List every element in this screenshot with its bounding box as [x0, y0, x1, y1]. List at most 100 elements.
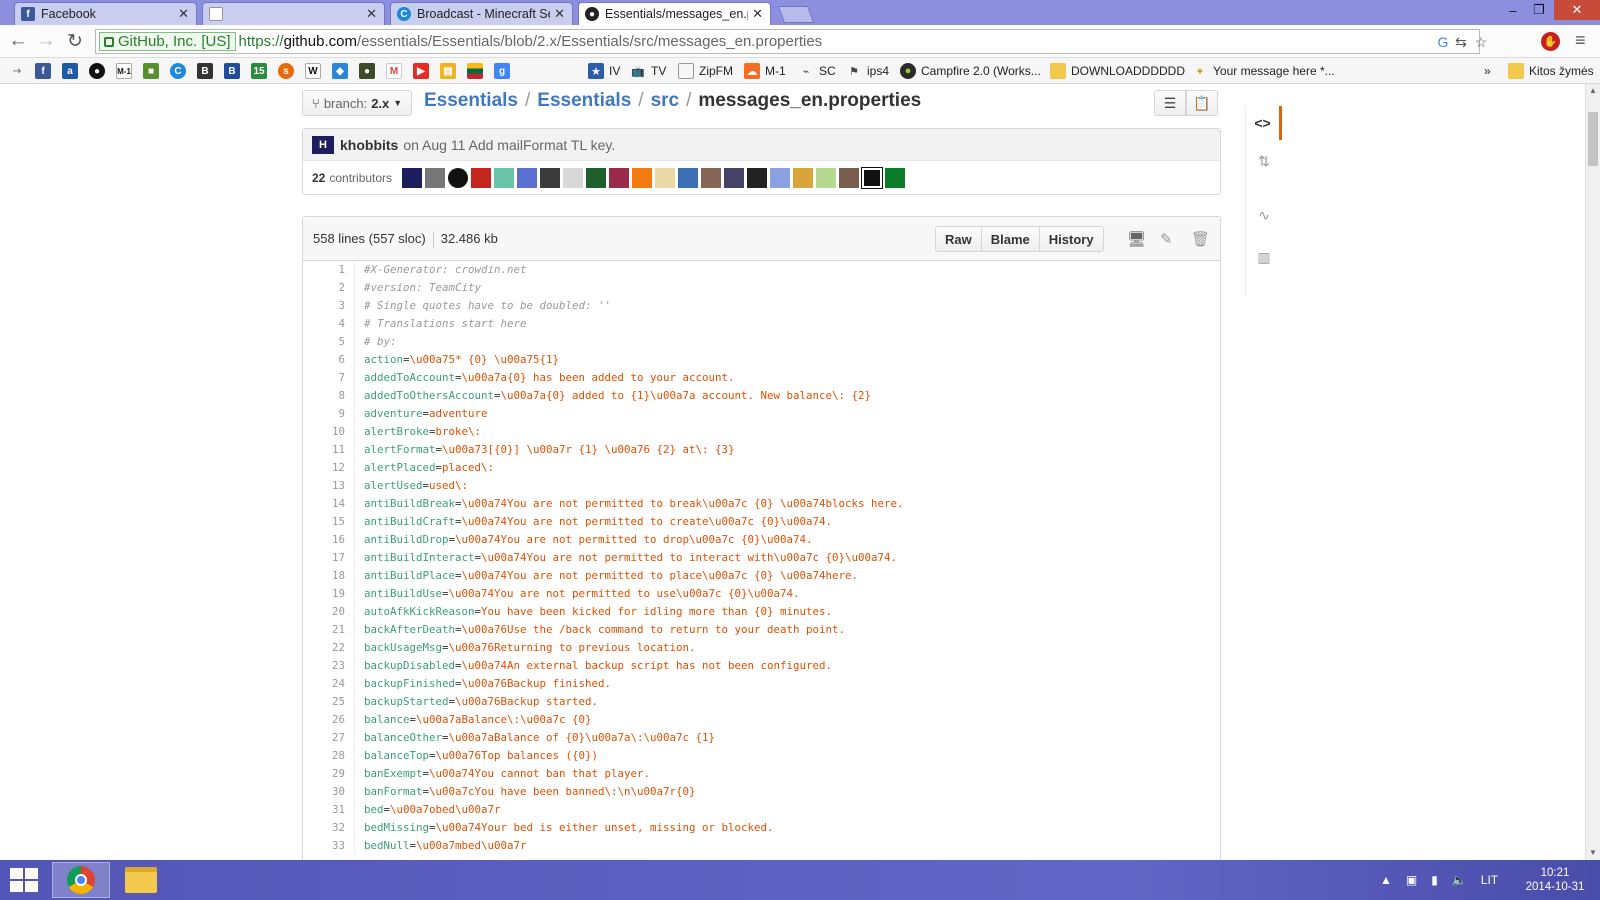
minimize-button[interactable]: ‒ [1500, 0, 1526, 20]
avatar[interactable] [816, 167, 837, 188]
line-number[interactable]: 23 [303, 657, 355, 675]
forward-button[interactable]: → [35, 30, 57, 52]
breadcrumb-folder[interactable]: Essentials [537, 90, 631, 111]
dark-green-site-icon[interactable]: ● [359, 63, 375, 79]
breadcrumb-repo[interactable]: Essentials [424, 90, 518, 111]
avatar[interactable] [609, 167, 630, 188]
network-status-icon[interactable]: ▣ [1406, 873, 1417, 887]
reload-button[interactable]: ↻ [64, 30, 86, 52]
line-number[interactable]: 10 [303, 423, 355, 441]
other-bookmarks[interactable]: Kitos žymės [1508, 61, 1594, 81]
clock[interactable]: 10:21 2014-10-31 [1520, 866, 1590, 894]
bookmark-iv[interactable]: ★ IV [588, 61, 620, 81]
bookmark-downloads[interactable]: DOWNLOADDDDDD [1050, 61, 1185, 81]
avatar[interactable] [563, 167, 584, 188]
avatar[interactable] [586, 167, 607, 188]
desktop-icon[interactable]: 🖥 [1127, 230, 1146, 248]
avatar[interactable] [471, 167, 492, 188]
line-number[interactable]: 11 [303, 441, 355, 459]
close-icon[interactable]: ✕ [752, 6, 763, 22]
avatar[interactable] [839, 167, 860, 188]
copy-path-button[interactable]: 📋 [1186, 90, 1218, 116]
history-button[interactable]: History [1039, 227, 1103, 251]
avatar[interactable] [770, 167, 791, 188]
bookmark-m1[interactable]: ☁ M-1 [744, 61, 786, 81]
commit-author[interactable]: khobbits [340, 137, 398, 153]
bookmarks-overflow[interactable]: » [1484, 61, 1491, 81]
youtube-icon[interactable]: ▶ [413, 63, 429, 79]
avatar[interactable] [448, 167, 469, 188]
avatar[interactable] [861, 166, 884, 189]
avatar[interactable] [632, 167, 653, 188]
back-button[interactable]: ← [7, 30, 29, 52]
line-number[interactable]: 26 [303, 711, 355, 729]
line-number[interactable]: 19 [303, 585, 355, 603]
avatar[interactable] [724, 167, 745, 188]
ev-certificate-badge[interactable]: GitHub, Inc. [US] [99, 32, 236, 51]
fifteen-min-icon[interactable]: 15 [251, 63, 267, 79]
line-number[interactable]: 33 [303, 837, 355, 855]
volume-icon[interactable]: 🔈 [1452, 873, 1467, 887]
line-number[interactable]: 20 [303, 603, 355, 621]
lithuania-flag-icon[interactable] [467, 63, 483, 79]
google-search-icon[interactable]: G [1435, 34, 1451, 50]
line-number[interactable]: 22 [303, 639, 355, 657]
line-number[interactable]: 21 [303, 621, 355, 639]
breadcrumb-src[interactable]: src [651, 90, 680, 111]
avatar[interactable] [655, 167, 676, 188]
bookmark-ips4[interactable]: ⚑ ips4 [846, 61, 889, 81]
line-number[interactable]: 12 [303, 459, 355, 477]
line-number[interactable]: 8 [303, 387, 355, 405]
avatar[interactable] [793, 167, 814, 188]
line-number[interactable]: 30 [303, 783, 355, 801]
avatar[interactable] [494, 167, 515, 188]
trash-icon[interactable]: 🗑 [1191, 230, 1210, 248]
line-number[interactable]: 24 [303, 675, 355, 693]
address-bar[interactable]: GitHub, Inc. [US] https://github.com/ess… [95, 29, 1487, 54]
line-number[interactable]: 7 [303, 369, 355, 387]
line-number[interactable]: 2 [303, 279, 355, 297]
tab-blank[interactable]: ✕ [202, 2, 385, 25]
m1-icon[interactable]: M-1 [116, 63, 132, 79]
bookmark-zipfm[interactable]: ZipFM [678, 61, 733, 81]
pulse-nav-item[interactable]: ∿ [1246, 198, 1282, 232]
facebook-icon[interactable]: f [35, 63, 51, 79]
avatar[interactable] [678, 167, 699, 188]
new-tab-button[interactable] [777, 6, 815, 23]
bookmark-tv[interactable]: 📺 TV [630, 61, 666, 81]
close-icon[interactable]: ✕ [554, 6, 565, 22]
w-site-icon[interactable]: W [305, 63, 321, 79]
minecraft-icon[interactable]: ■ [143, 63, 159, 79]
start-button[interactable] [10, 868, 40, 892]
line-number[interactable]: 29 [303, 765, 355, 783]
avatar[interactable] [517, 167, 538, 188]
avatar[interactable] [701, 167, 722, 188]
line-number[interactable]: 28 [303, 747, 355, 765]
close-icon[interactable]: ✕ [366, 6, 377, 22]
scroll-up-icon[interactable]: ▲ [1589, 86, 1597, 95]
line-number[interactable]: 32 [303, 819, 355, 837]
commit-message[interactable]: on Aug 11 Add mailFormat TL key. [403, 137, 615, 153]
avatar[interactable]: H [312, 135, 334, 154]
avatar[interactable] [540, 167, 561, 188]
avatar[interactable] [747, 167, 768, 188]
line-number[interactable]: 16 [303, 531, 355, 549]
chrome-menu-icon[interactable]: ≡ [1575, 30, 1586, 51]
scroll-thumb[interactable] [1588, 112, 1598, 166]
taskbar-chrome[interactable] [52, 862, 110, 898]
graphs-nav-item[interactable]: ▥ [1246, 240, 1282, 274]
gmail-icon[interactable]: M [386, 63, 402, 79]
tab-broadcast[interactable]: C Broadcast - Minecraft Ser ✕ [390, 2, 573, 25]
line-number[interactable]: 6 [303, 351, 355, 369]
scroll-down-icon[interactable]: ▼ [1589, 848, 1597, 857]
bookmark-your-message[interactable]: ✦ Your message here *... [1192, 61, 1334, 81]
page-scrollbar[interactable]: ▲ ▼ [1585, 84, 1600, 860]
line-number[interactable]: 13 [303, 477, 355, 495]
orange-site-icon[interactable]: ▤ [440, 63, 456, 79]
avatar[interactable] [402, 167, 423, 188]
line-number[interactable]: 14 [303, 495, 355, 513]
line-number[interactable]: 25 [303, 693, 355, 711]
dropbox-icon[interactable]: ◆ [332, 63, 348, 79]
line-number[interactable]: 5 [303, 333, 355, 351]
apps-icon[interactable]: ⇢ [9, 63, 25, 79]
